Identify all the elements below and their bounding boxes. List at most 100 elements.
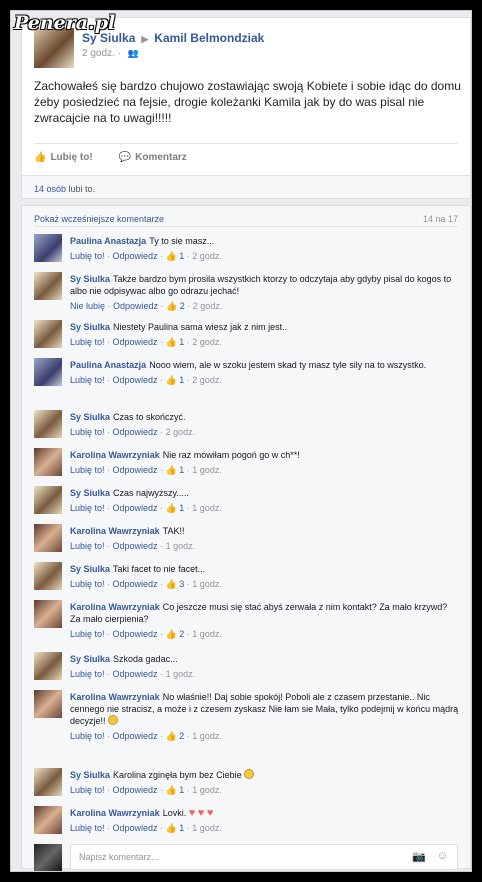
likes-count-link[interactable]: 14 osób — [34, 184, 66, 194]
commenter-avatar[interactable] — [34, 524, 62, 552]
comment-reply-link[interactable]: Odpowiedz — [113, 579, 158, 589]
comment-like-link[interactable]: Lubię to! — [70, 669, 105, 679]
comment-reply-link[interactable]: Odpowiedz — [113, 503, 158, 513]
comment-author-link[interactable]: Karolina Wawrzyniak — [70, 450, 160, 460]
comment-like-link[interactable]: Lubię to! — [70, 629, 105, 639]
comment-timestamp[interactable]: 1 godz. — [192, 465, 222, 475]
comment-timestamp[interactable]: 1 godz. — [166, 669, 196, 679]
comment-like-count[interactable]: 2 — [179, 731, 184, 741]
comment-reply-link[interactable]: Odpowiedz — [113, 629, 158, 639]
commenter-avatar[interactable] — [34, 768, 62, 796]
comment-timestamp[interactable]: 2 godz. — [193, 301, 223, 311]
comment-like-link[interactable]: Lubię to! — [70, 731, 105, 741]
post-target-link[interactable]: Kamil Belmondziak — [154, 31, 264, 45]
comment-like-count[interactable]: 3 — [179, 579, 184, 589]
comment-reply-link[interactable]: Odpowiedz — [113, 785, 158, 795]
comment-like-count[interactable]: 1 — [179, 251, 184, 261]
comment-reply-link[interactable]: Odpowiedz — [113, 427, 158, 437]
comment-reply-link[interactable]: Odpowiedz — [113, 669, 158, 679]
thumbs-up-icon[interactable]: 👍 — [166, 629, 180, 639]
comment-timestamp[interactable]: 1 godz. — [166, 541, 196, 551]
comment-like-count[interactable]: 2 — [180, 301, 185, 311]
comment-like-count[interactable]: 1 — [179, 337, 184, 347]
comment-reply-link[interactable]: Odpowiedz — [113, 823, 158, 833]
comment-like-count[interactable]: 1 — [179, 785, 184, 795]
commenter-avatar[interactable] — [34, 320, 62, 348]
thumbs-up-icon[interactable]: 👍 — [166, 301, 180, 311]
show-previous-comments-link[interactable]: Pokaż wcześniejsze komentarze — [34, 214, 164, 224]
comment-timestamp[interactable]: 1 godz. — [192, 785, 222, 795]
commenter-avatar[interactable] — [34, 448, 62, 476]
comment-timestamp[interactable]: 1 godz. — [192, 629, 222, 639]
audience-friends-icon[interactable]: 👥 — [128, 48, 139, 58]
thumbs-up-icon[interactable]: 👍 — [166, 375, 180, 385]
emoji-icon[interactable]: ☺ — [437, 850, 448, 862]
comment-author-link[interactable]: Sy Siulka — [70, 770, 110, 780]
thumbs-up-icon[interactable]: 👍 — [166, 503, 180, 513]
comment-like-link[interactable]: Lubię to! — [70, 823, 105, 833]
commenter-avatar[interactable] — [34, 410, 62, 438]
comment-like-link[interactable]: Lubię to! — [70, 427, 105, 437]
comment-like-count[interactable]: 1 — [179, 375, 184, 385]
comment-author-link[interactable]: Sy Siulka — [70, 274, 110, 284]
comment-like-count[interactable]: 1 — [179, 503, 184, 513]
commenter-avatar[interactable] — [34, 234, 62, 262]
thumbs-up-icon[interactable]: 👍 — [166, 731, 180, 741]
comment-timestamp[interactable]: 1 godz. — [192, 503, 222, 513]
comment-author-link[interactable]: Paulina Anastazja — [70, 360, 146, 370]
post-timestamp[interactable]: 2 godz. — [82, 48, 115, 59]
thumbs-up-icon[interactable]: 👍 — [166, 465, 180, 475]
commenter-avatar[interactable] — [34, 690, 62, 718]
comment-like-count[interactable]: 1 — [179, 823, 184, 833]
comment-timestamp[interactable]: 2 godz. — [192, 251, 222, 261]
comment-author-link[interactable]: Sy Siulka — [70, 322, 110, 332]
comment-author-link[interactable]: Sy Siulka — [70, 654, 110, 664]
comment-button[interactable]: 💬 Komentarz — [119, 152, 187, 163]
comment-author-link[interactable]: Sy Siulka — [70, 412, 110, 422]
comment-like-link[interactable]: Lubię to! — [70, 251, 105, 261]
thumbs-up-icon[interactable]: 👍 — [166, 785, 180, 795]
commenter-avatar[interactable] — [34, 806, 62, 834]
commenter-avatar[interactable] — [34, 486, 62, 514]
commenter-avatar[interactable] — [34, 600, 62, 628]
comment-reply-link[interactable]: Odpowiedz — [113, 337, 158, 347]
comment-timestamp[interactable]: 2 godz. — [192, 375, 222, 385]
comment-timestamp[interactable]: 1 godz. — [192, 579, 222, 589]
comment-like-link[interactable]: Lubię to! — [70, 541, 105, 551]
comment-author-link[interactable]: Sy Siulka — [70, 564, 110, 574]
thumbs-up-icon[interactable]: 👍 — [166, 823, 180, 833]
camera-icon[interactable]: 📷 — [412, 850, 426, 863]
commenter-avatar[interactable] — [34, 272, 62, 300]
comment-reply-link[interactable]: Odpowiedz — [113, 731, 158, 741]
comment-author-link[interactable]: Karolina Wawrzyniak — [70, 692, 160, 702]
commenter-avatar[interactable] — [34, 652, 62, 680]
comment-reply-link[interactable]: Odpowiedz — [113, 375, 158, 385]
comment-reply-link[interactable]: Odpowiedz — [113, 465, 158, 475]
comment-timestamp[interactable]: 2 godz. — [192, 337, 222, 347]
thumbs-up-icon[interactable]: 👍 — [166, 251, 180, 261]
comment-like-link[interactable]: Lubię to! — [70, 465, 105, 475]
comment-timestamp[interactable]: 1 godz. — [192, 731, 222, 741]
comment-reply-link[interactable]: Odpowiedz — [113, 541, 158, 551]
comment-reply-link[interactable]: Odpowiedz — [113, 301, 158, 311]
comment-like-link[interactable]: Lubię to! — [70, 337, 105, 347]
comment-reply-link[interactable]: Odpowiedz — [113, 251, 158, 261]
comment-like-count[interactable]: 1 — [179, 465, 184, 475]
post-author-avatar[interactable] — [34, 28, 74, 68]
comment-like-link[interactable]: Lubię to! — [70, 785, 105, 795]
comment-author-link[interactable]: Karolina Wawrzyniak — [70, 602, 160, 612]
comment-like-link[interactable]: Lubię to! — [70, 579, 105, 589]
comment-author-link[interactable]: Paulina Anastazja — [70, 236, 146, 246]
comment-author-link[interactable]: Sy Siulka — [70, 488, 110, 498]
like-button[interactable]: 👍 Lubię to! — [34, 152, 93, 163]
thumbs-up-icon[interactable]: 👍 — [166, 579, 180, 589]
comment-timestamp[interactable]: 1 godz. — [192, 823, 222, 833]
comment-timestamp[interactable]: 2 godz. — [166, 427, 196, 437]
comment-like-link[interactable]: Nie lubię — [70, 301, 105, 311]
comment-input[interactable]: Napisz komentarz... — [70, 844, 458, 870]
commenter-avatar[interactable] — [34, 562, 62, 590]
comment-like-count[interactable]: 2 — [179, 629, 184, 639]
comment-author-link[interactable]: Karolina Wawrzyniak — [70, 526, 160, 536]
commenter-avatar[interactable] — [34, 358, 62, 386]
comment-author-link[interactable]: Karolina Wawrzyniak — [70, 808, 160, 818]
